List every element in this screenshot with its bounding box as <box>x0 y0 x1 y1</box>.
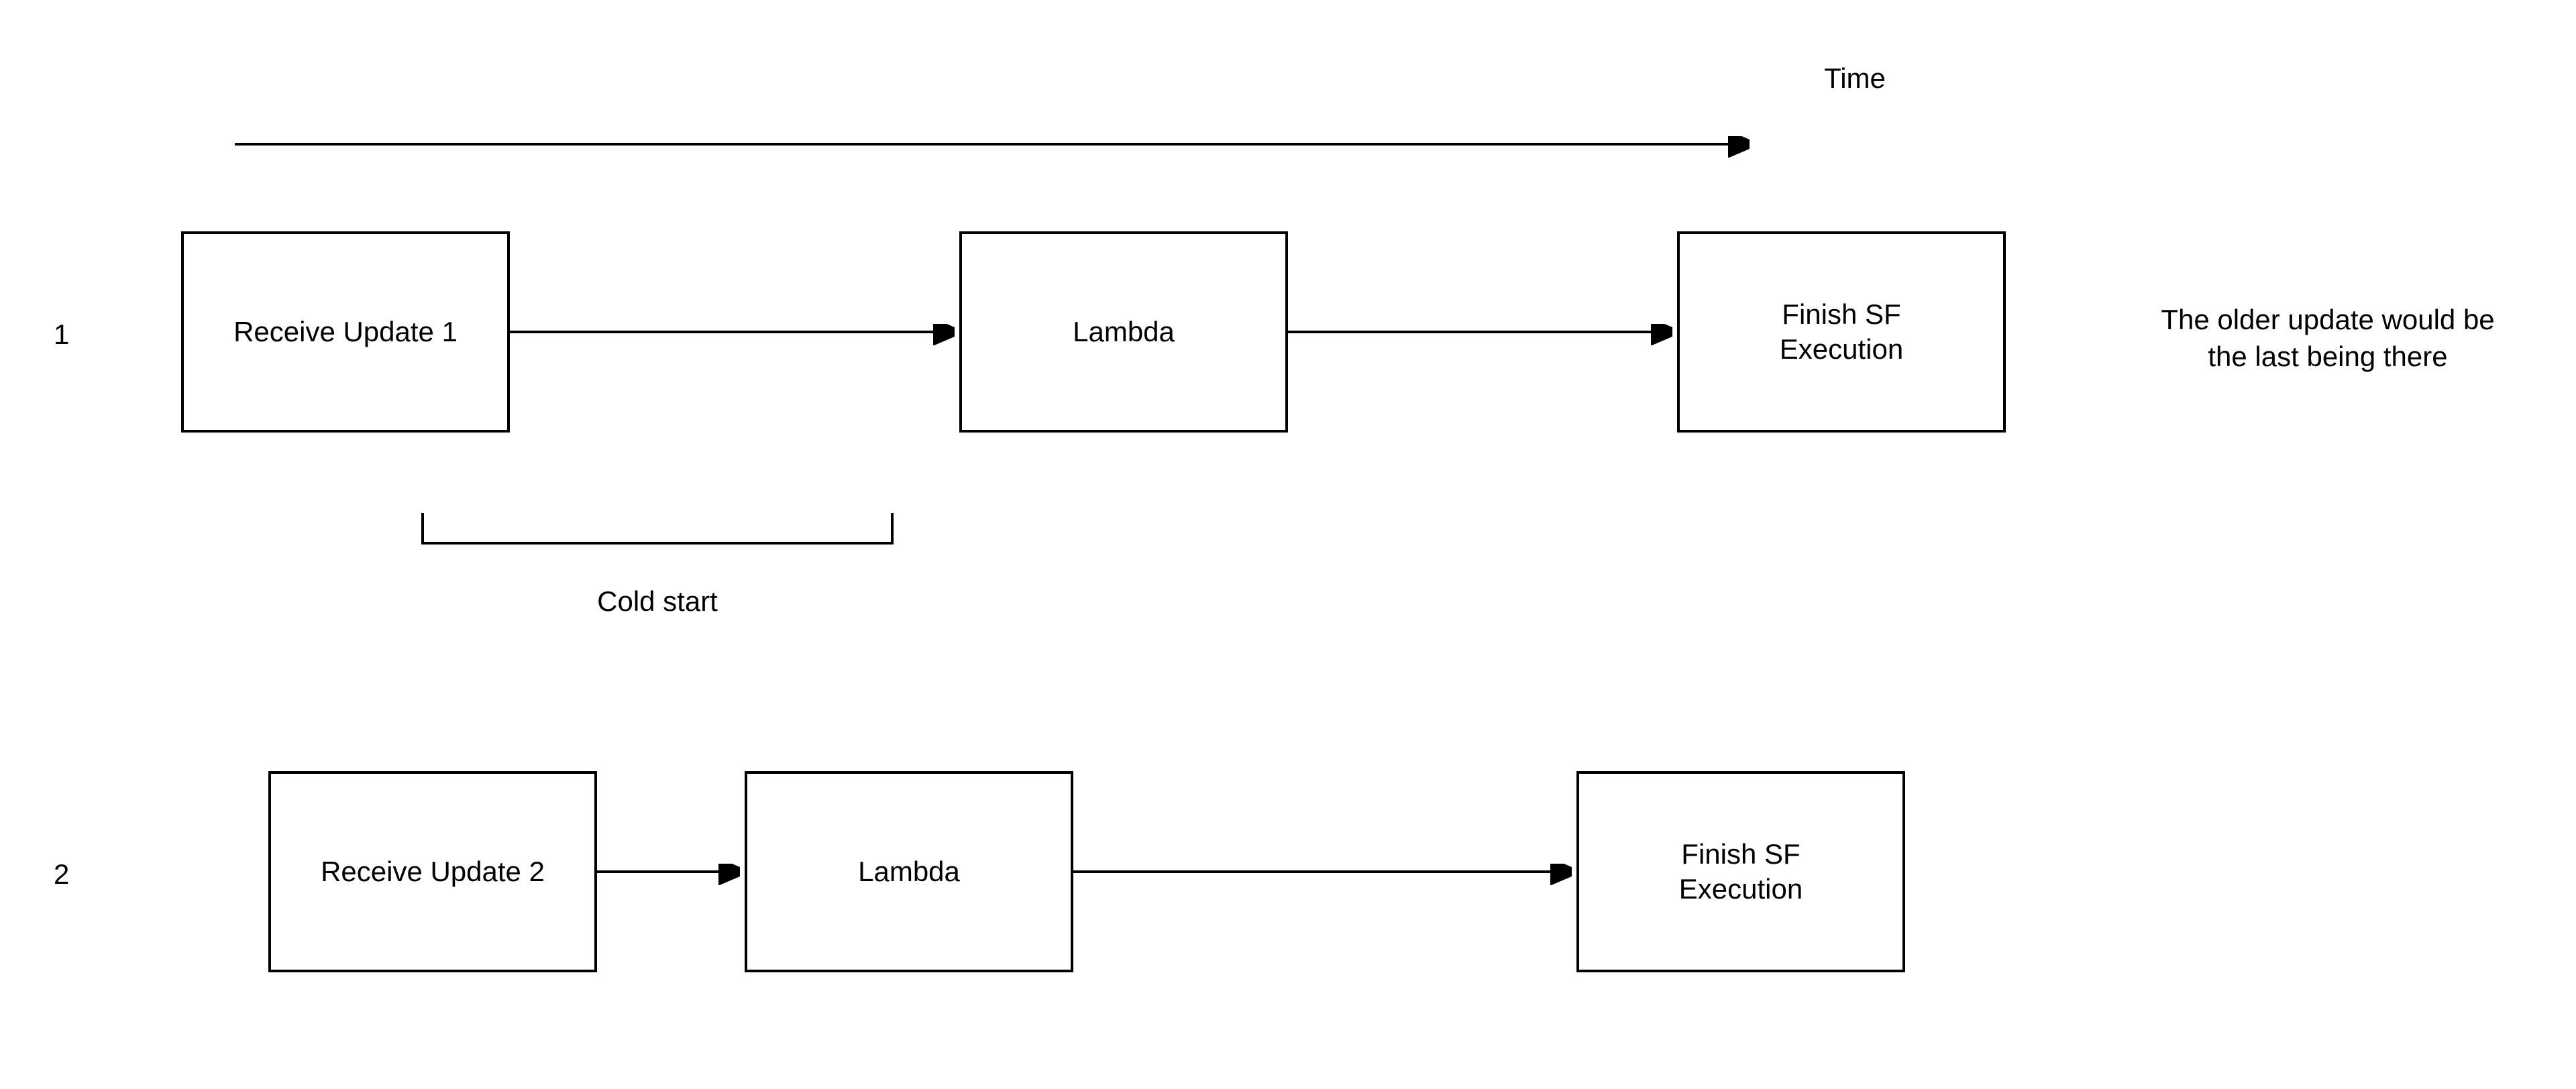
row1-finish-line1: Finish SF <box>1782 298 1900 330</box>
row2-lambda-label: Lambda <box>858 854 960 890</box>
row2-finish-box: Finish SF Execution <box>1576 771 1905 972</box>
row2-finish-line1: Finish SF <box>1681 838 1800 870</box>
row1-finish-box: Finish SF Execution <box>1677 231 2006 433</box>
row2-finish-line2: Execution <box>1679 873 1803 905</box>
row-1-number: 1 <box>54 319 69 351</box>
annotation-line1: The older update would be <box>2161 304 2494 335</box>
cold-start-label: Cold start <box>570 583 745 620</box>
row1-receive-update-box: Receive Update 1 <box>181 231 510 433</box>
row-2-number: 2 <box>54 858 69 891</box>
annotation-text: The older update would be the last being… <box>2120 302 2536 375</box>
row2-receive-update-box: Receive Update 2 <box>268 771 597 972</box>
cold-start-bracket <box>423 513 892 543</box>
annotation-line2: the last being there <box>2208 341 2447 372</box>
diagram-canvas: Time The older update would be the last … <box>0 0 2576 1089</box>
row1-finish-line2: Execution <box>1780 333 1903 365</box>
row2-receive-label: Receive Update 2 <box>321 854 545 890</box>
time-axis-label: Time <box>1805 60 1905 97</box>
row1-lambda-box: Lambda <box>959 231 1288 433</box>
row1-receive-label: Receive Update 1 <box>233 314 458 350</box>
row1-lambda-label: Lambda <box>1073 314 1175 350</box>
row2-lambda-box: Lambda <box>745 771 1073 972</box>
